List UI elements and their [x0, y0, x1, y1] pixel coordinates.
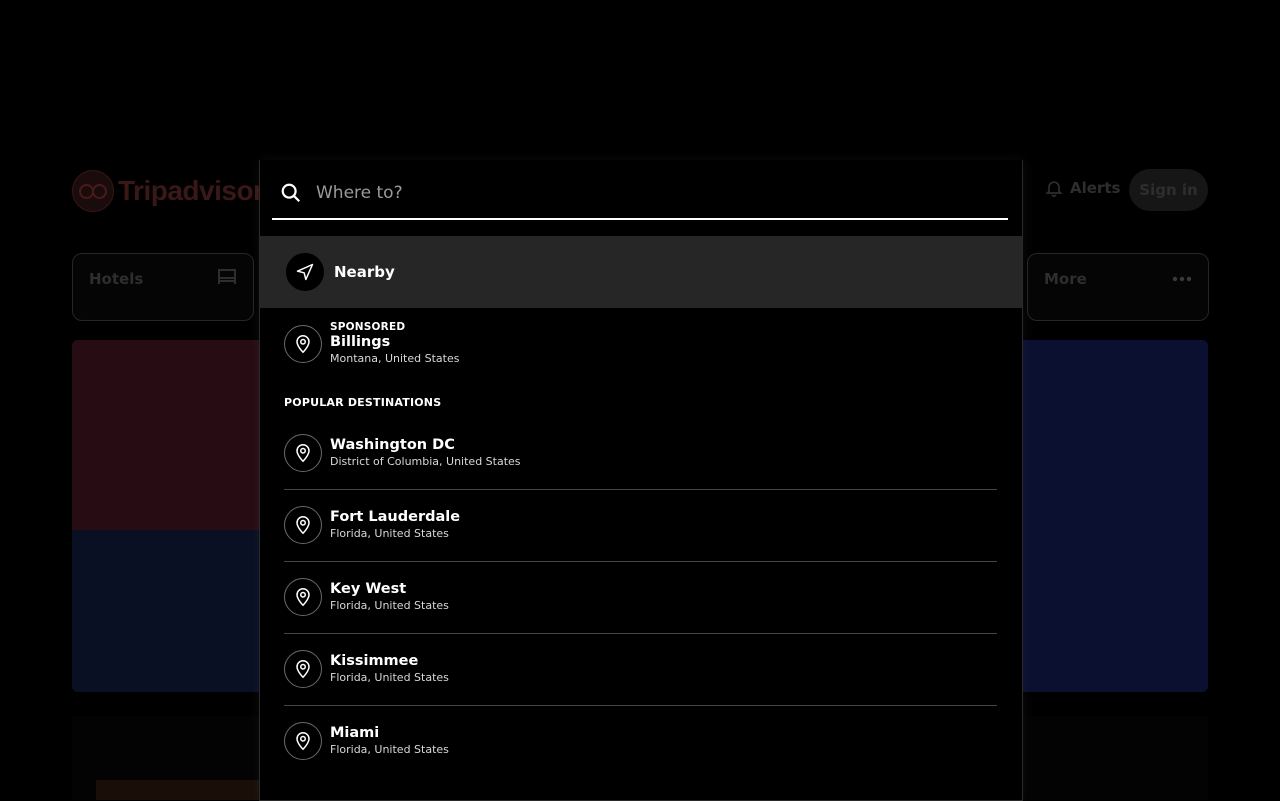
- category-more[interactable]: More: [1027, 253, 1209, 321]
- sponsored-tag: SPONSORED: [330, 321, 406, 333]
- nearby-option[interactable]: Nearby: [260, 236, 1022, 308]
- alerts-button[interactable]: Alerts: [1044, 178, 1120, 198]
- search-bar[interactable]: [272, 168, 1008, 220]
- location-pin-icon: [296, 588, 310, 607]
- destination-name: Key West: [330, 581, 407, 597]
- destination-name: Washington DC: [330, 437, 455, 453]
- location-pin-circle: [284, 722, 322, 760]
- location-pin-circle: [284, 578, 322, 616]
- tripadvisor-logo[interactable]: Tripadvisor: [72, 170, 264, 212]
- location-pin-icon: [296, 444, 310, 463]
- destination-location: District of Columbia, United States: [330, 455, 521, 468]
- nearby-icon-circle: [286, 253, 324, 291]
- destination-item-fort-lauderdale[interactable]: Fort Lauderdale Florida, United States: [284, 489, 997, 561]
- location-pin-icon: [296, 732, 310, 751]
- destination-location: Florida, United States: [330, 527, 449, 540]
- nearby-label: Nearby: [334, 263, 395, 281]
- destination-location: Florida, United States: [330, 671, 449, 684]
- destination-item-key-west[interactable]: Key West Florida, United States: [284, 561, 997, 633]
- location-pin-circle: [284, 434, 322, 472]
- destination-location: Montana, United States: [330, 352, 460, 365]
- location-pin-circle: [284, 325, 322, 363]
- category-label: More: [1044, 270, 1087, 288]
- destination-name: Billings: [330, 334, 391, 350]
- destination-name: Fort Lauderdale: [330, 509, 461, 525]
- owl-logo-icon: [72, 170, 114, 212]
- destination-name: Miami: [330, 725, 380, 741]
- destination-location: Florida, United States: [330, 599, 449, 612]
- category-hotels[interactable]: Hotels: [72, 253, 254, 321]
- search-input[interactable]: [314, 182, 918, 204]
- destination-item-miami[interactable]: Miami Florida, United States: [284, 705, 997, 777]
- logo-text: Tripadvisor: [118, 175, 264, 206]
- destination-name: Kissimmee: [330, 653, 419, 669]
- destination-location: Florida, United States: [330, 743, 449, 756]
- sign-in-button[interactable]: Sign in: [1129, 169, 1208, 211]
- category-label: Hotels: [89, 270, 144, 288]
- sponsored-destination[interactable]: SPONSORED Billings Montana, United State…: [284, 308, 997, 380]
- search-dropdown: Nearby SPONSORED Billings Montana, Unite…: [259, 160, 1023, 801]
- alerts-label: Alerts: [1070, 179, 1121, 197]
- location-pin-circle: [284, 506, 322, 544]
- location-pin-icon: [296, 516, 310, 535]
- location-pin-icon: [296, 335, 310, 354]
- destination-item-washington-dc[interactable]: Washington DC District of Columbia, Unit…: [284, 417, 997, 489]
- location-pin-icon: [296, 660, 310, 679]
- navigation-arrow-icon: [296, 263, 314, 281]
- more-icon: [1172, 268, 1192, 287]
- destination-item-kissimmee[interactable]: Kissimmee Florida, United States: [284, 633, 997, 705]
- search-icon: [281, 183, 301, 203]
- bell-icon: [1045, 181, 1063, 198]
- location-pin-circle: [284, 650, 322, 688]
- bed-icon: [217, 268, 237, 290]
- popular-destinations-heading: POPULAR DESTINATIONS: [284, 396, 442, 409]
